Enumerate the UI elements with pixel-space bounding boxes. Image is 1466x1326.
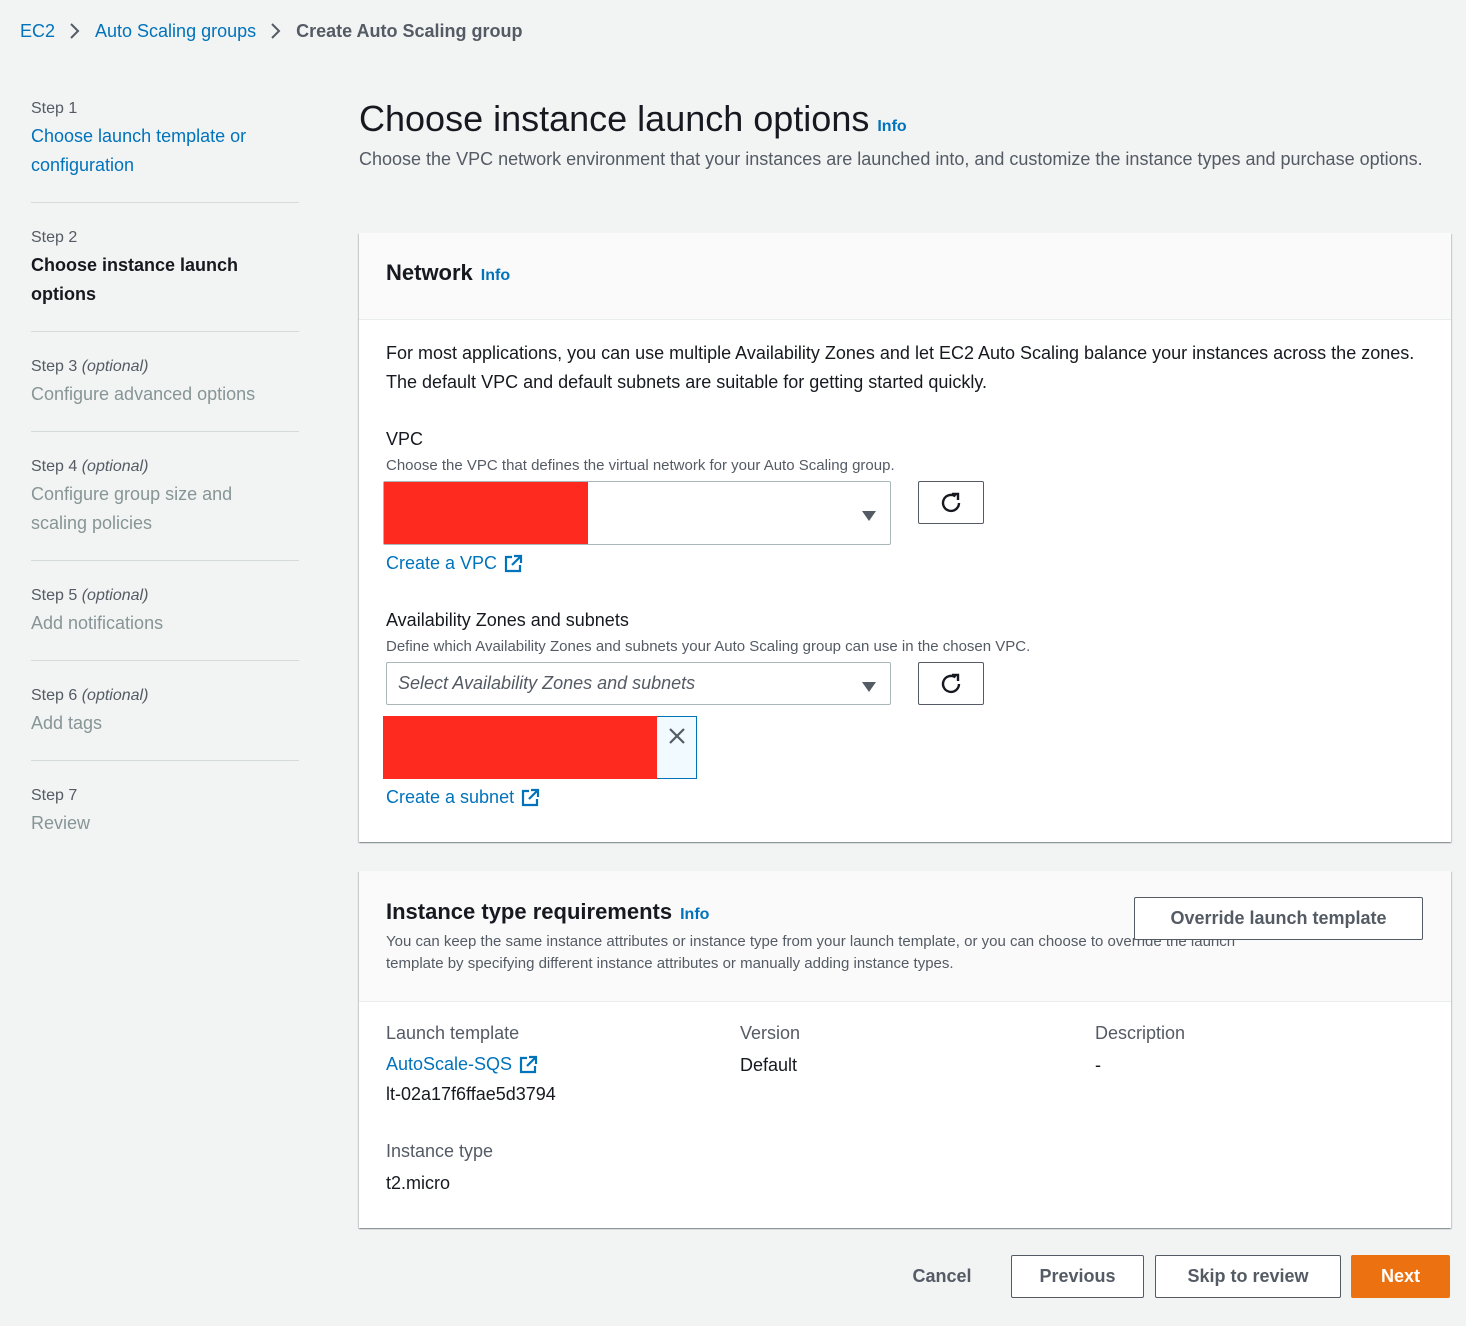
- panel-description: You can keep the same instance attribute…: [386, 933, 1236, 972]
- network-intro: For most applications, you can use multi…: [386, 343, 1415, 392]
- wizard-step-4: Step 4 (optional) Configure group size a…: [31, 454, 299, 561]
- external-link-icon: [504, 554, 523, 572]
- instance-type-label: Instance type: [386, 1141, 494, 1161]
- step-number: Step 3 (optional): [31, 358, 149, 375]
- vpc-select[interactable]: [383, 481, 891, 545]
- main-content: Choose instance launch options Info Choos…: [359, 96, 1451, 1228]
- panel-title: Instance type requirements: [386, 899, 673, 924]
- redacted-subnet-value: [383, 716, 657, 779]
- cancel-button[interactable]: Cancel: [896, 1255, 988, 1298]
- wizard-step-3: Step 3 (optional) Configure advanced opt…: [31, 354, 299, 432]
- caret-down-icon: [862, 679, 876, 697]
- description-value: -: [1095, 1055, 1101, 1075]
- breadcrumb-ec2[interactable]: EC2: [20, 21, 55, 42]
- external-link-icon: [519, 1055, 538, 1073]
- launch-template-label: Launch template: [386, 1023, 520, 1043]
- close-icon[interactable]: [668, 727, 686, 750]
- step-number: Step 7: [31, 787, 78, 804]
- external-link-icon: [521, 788, 540, 806]
- step-title: Add tags: [31, 713, 103, 733]
- step-link-choose-launch-template[interactable]: Choose launch template or configuration: [31, 122, 299, 180]
- page-header: Choose instance launch options Info Choos…: [359, 96, 1451, 174]
- page-title: Choose instance launch options: [359, 98, 870, 139]
- step-number: Step 2: [31, 229, 78, 246]
- availability-zones-select[interactable]: Select Availability Zones and subnets: [386, 662, 891, 705]
- step-number: Step 4 (optional): [31, 458, 149, 475]
- page-description: Choose the VPC network environment that …: [359, 149, 1423, 169]
- wizard-step-7: Step 7 Review: [31, 783, 299, 860]
- launch-template-link[interactable]: AutoScale-SQS: [386, 1054, 538, 1075]
- description-label: Description: [1095, 1023, 1186, 1043]
- step-number: Step 6 (optional): [31, 687, 149, 704]
- step-number: Step 1: [31, 100, 78, 117]
- vpc-description: Choose the VPC that defines the virtual …: [386, 457, 895, 474]
- override-launch-template-button[interactable]: Override launch template: [1134, 897, 1423, 940]
- availability-zones-description: Define which Availability Zones and subn…: [386, 638, 1031, 655]
- skip-to-review-button[interactable]: Skip to review: [1155, 1255, 1341, 1298]
- wizard-step-1: Step 1 Choose launch template or configu…: [31, 96, 299, 203]
- caret-down-icon: [862, 508, 876, 526]
- wizard-step-5: Step 5 (optional) Add notifications: [31, 583, 299, 661]
- refresh-icon: [941, 492, 961, 512]
- info-link[interactable]: Info: [481, 267, 510, 284]
- availability-zones-label: Availability Zones and subnets: [386, 610, 629, 630]
- selected-subnet-token: [383, 716, 697, 779]
- version-value: Default: [740, 1055, 798, 1075]
- wizard-step-6: Step 6 (optional) Add tags: [31, 683, 299, 761]
- vpc-label: VPC: [386, 429, 424, 449]
- network-panel: Network Info For most applications, you c…: [359, 233, 1451, 842]
- step-title: Review: [31, 813, 91, 833]
- vpc-refresh-button[interactable]: [918, 481, 984, 524]
- chevron-right-icon: [69, 22, 81, 40]
- redacted-vpc-value: [384, 482, 588, 544]
- step-title: Add notifications: [31, 613, 164, 633]
- create-vpc-link[interactable]: Create a VPC: [386, 553, 523, 574]
- info-link[interactable]: Info: [877, 118, 906, 135]
- instance-type-value: t2.micro: [386, 1173, 451, 1193]
- next-button[interactable]: Next: [1351, 1255, 1450, 1298]
- wizard-steps: Step 1 Choose launch template or configu…: [31, 96, 299, 882]
- step-number: Step 5 (optional): [31, 587, 149, 604]
- wizard-step-2: Step 2 Choose instance launch options: [31, 225, 299, 332]
- info-link[interactable]: Info: [680, 906, 709, 923]
- step-title: Configure advanced options: [31, 384, 256, 404]
- launch-template-id: lt-02a17f6ffae5d3794: [386, 1084, 556, 1104]
- chevron-right-icon: [270, 22, 282, 40]
- breadcrumb-current: Create Auto Scaling group: [296, 20, 523, 41]
- previous-button[interactable]: Previous: [1011, 1255, 1144, 1298]
- step-title-current: Choose instance launch options: [31, 255, 239, 304]
- panel-header: Instance type requirements Info You can k…: [359, 871, 1451, 1002]
- version-label: Version: [740, 1023, 801, 1043]
- create-subnet-link[interactable]: Create a subnet: [386, 787, 540, 808]
- breadcrumb: EC2 Auto Scaling groups Create Auto Scal…: [20, 18, 522, 44]
- panel-title: Network: [386, 260, 473, 285]
- breadcrumb-auto-scaling-groups[interactable]: Auto Scaling groups: [95, 21, 256, 42]
- subnets-refresh-button[interactable]: [918, 662, 984, 705]
- refresh-icon: [941, 673, 961, 693]
- select-placeholder: Select Availability Zones and subnets: [398, 673, 696, 693]
- instance-type-panel: Instance type requirements Info You can k…: [359, 871, 1451, 1228]
- step-title: Configure group size and scaling policie…: [31, 484, 233, 533]
- panel-header: Network Info: [359, 233, 1451, 320]
